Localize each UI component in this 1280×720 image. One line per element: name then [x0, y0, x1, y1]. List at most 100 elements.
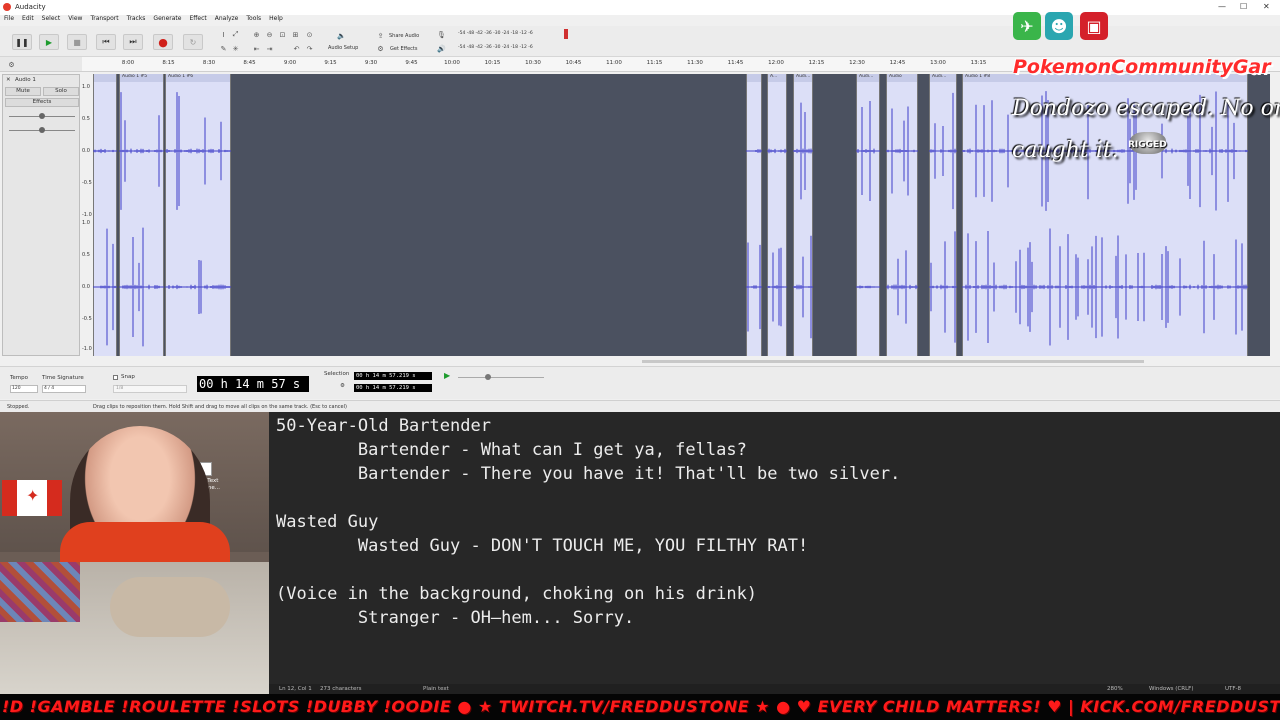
menu-help[interactable]: Help: [269, 15, 283, 26]
share-audio-icon[interactable]: ⇪: [375, 30, 386, 41]
editor-line: (Voice in the background, choking on his…: [276, 584, 758, 604]
snap-checkbox[interactable]: [113, 375, 118, 380]
encoding[interactable]: UTF-8: [1225, 686, 1241, 692]
ruler-tick-label: 9:15: [324, 60, 337, 66]
tempo-input[interactable]: 120: [10, 385, 38, 393]
scale-tick: 0.0: [82, 148, 90, 154]
scale-tick: 0.5: [82, 252, 90, 258]
snap-dropdown[interactable]: 1/8: [113, 385, 187, 393]
fit-project-icon[interactable]: ⊞: [290, 29, 301, 40]
track-close-icon[interactable]: ✕: [6, 77, 11, 83]
zoom-level[interactable]: 280%: [1107, 686, 1123, 692]
editor-status-bar: Ln 12, Col 1 273 characters Plain text 2…: [269, 684, 1280, 694]
snap-label: Snap: [121, 374, 135, 380]
skip-start-button[interactable]: ⏮: [96, 34, 116, 50]
mute-button[interactable]: Mute: [5, 87, 41, 96]
zoom-out-icon[interactable]: ⊖: [264, 29, 275, 40]
audio-setup-label[interactable]: Audio Setup: [328, 45, 358, 51]
ruler-tick-label: 12:30: [849, 60, 865, 66]
record-meter-scale[interactable]: -54 -48 -42 -36 -30 -24 -18 -12 -6: [458, 31, 533, 36]
menu-view[interactable]: View: [68, 15, 82, 26]
horizontal-scrollbar[interactable]: [642, 360, 1144, 363]
get-effects-button[interactable]: Get Effects: [390, 46, 418, 52]
zoom-toggle-icon[interactable]: ⊙: [304, 29, 315, 40]
ruler-tick-label: 13:00: [930, 60, 946, 66]
audacity-window: Audacity — ☐ ✕ File Edit Select View Tra…: [0, 0, 1280, 412]
menu-tools[interactable]: Tools: [246, 15, 261, 26]
menu-transport[interactable]: Transport: [90, 15, 118, 26]
window-title: Audacity: [15, 3, 46, 11]
robot-app-icon: ☻: [1045, 12, 1073, 40]
share-audio-button[interactable]: Share Audio: [389, 33, 419, 39]
effects-button[interactable]: Effects: [5, 98, 79, 107]
scale-tick: 0.5: [82, 116, 90, 122]
ruler-tick-label: 12:00: [768, 60, 784, 66]
canada-flag-icon: ✦: [2, 480, 62, 516]
editor-line: Bartender - What can I get ya, fellas?: [276, 440, 747, 460]
play-meter-scale[interactable]: -54 -48 -42 -36 -30 -24 -18 -12 -6: [458, 45, 533, 50]
record-button[interactable]: ●: [153, 34, 173, 50]
amplitude-scale: 1.0 0.5 0.0 -0.5 -1.0 1.0 0.5 0.0 -0.5 -…: [80, 74, 94, 356]
ruler-tick-label: 8:45: [243, 60, 256, 66]
file-type[interactable]: Plain text: [423, 686, 449, 692]
pause-button[interactable]: ❚❚: [12, 34, 32, 50]
trim-icon[interactable]: ⇤: [251, 43, 262, 54]
stop-button[interactable]: ■: [67, 34, 87, 50]
pan-slider-thumb[interactable]: [39, 127, 45, 133]
ruler-tick-label: 11:30: [687, 60, 703, 66]
get-effects-icon[interactable]: ⚙: [375, 43, 386, 54]
ruler-header: ⚙: [0, 57, 82, 72]
menu-select[interactable]: Select: [42, 15, 61, 26]
time-signature-input[interactable]: 4 / 4: [42, 385, 86, 393]
selection-settings-icon[interactable]: ⚙: [340, 383, 345, 389]
track-name[interactable]: Audio 1: [15, 77, 36, 83]
rigged-emote-label: RIGGED: [1128, 140, 1167, 150]
track-control-panel: ✕ Audio 1 Mute Solo Effects: [2, 74, 80, 356]
zoom-in-icon[interactable]: ⊕: [251, 29, 262, 40]
channel-banner: PokemonCommunityGar: [1013, 56, 1271, 78]
play-button[interactable]: ▶: [39, 34, 59, 50]
envelope-tool-icon[interactable]: ⤢: [230, 29, 241, 40]
draw-tool-icon[interactable]: ✎: [218, 43, 229, 54]
menu-generate[interactable]: Generate: [153, 15, 181, 26]
time-display[interactable]: 00 h 14 m 57 s: [197, 376, 309, 392]
ruler-tick-label: 10:15: [484, 60, 501, 66]
ruler-tick-label: 8:00: [121, 60, 135, 66]
play-speed-slider[interactable]: [458, 377, 544, 378]
solo-button[interactable]: Solo: [43, 87, 79, 96]
timeline-settings-icon[interactable]: ⚙: [6, 59, 17, 70]
ruler-tick-label: 10:30: [525, 60, 541, 66]
chat-message-line: caught it.: [1012, 138, 1119, 163]
selection-start-field[interactable]: 00 h 14 m 57.219 s: [354, 372, 432, 380]
editor-line: Wasted Guy - DON'T TOUCH ME, YOU FILTHY …: [276, 536, 809, 556]
redo-icon[interactable]: ↷: [304, 43, 315, 54]
ruler-tick-label: 11:45: [727, 60, 744, 66]
multi-tool-icon[interactable]: ✳: [230, 43, 241, 54]
chat-message-line: Dondozo escaped. No on: [1012, 96, 1280, 121]
editor-line: Wasted Guy: [276, 512, 379, 532]
menu-file[interactable]: File: [4, 15, 14, 26]
undo-icon[interactable]: ↶: [291, 43, 302, 54]
silence-icon[interactable]: ⇥: [264, 43, 275, 54]
selection-tool-icon[interactable]: I: [218, 29, 229, 40]
loop-button[interactable]: ↻: [183, 34, 203, 50]
time-display-value: 00 h 14 m 57 s: [199, 377, 301, 391]
selection-end-field[interactable]: 00 h 14 m 57.219 s: [354, 384, 432, 392]
play-at-speed-button[interactable]: ▶: [444, 371, 450, 380]
menu-effect[interactable]: Effect: [189, 15, 206, 26]
editor-line: 50-Year-Old Bartender: [276, 416, 491, 436]
fit-selection-icon[interactable]: ⊡: [277, 29, 288, 40]
menu-analyze[interactable]: Analyze: [215, 15, 239, 26]
line-ending[interactable]: Windows (CRLF): [1149, 686, 1193, 692]
gain-slider-thumb[interactable]: [39, 113, 45, 119]
minimize-button[interactable]: —: [1218, 2, 1226, 11]
skip-end-button[interactable]: ⏭: [123, 34, 143, 50]
menu-tracks[interactable]: Tracks: [127, 15, 146, 26]
status-state: Stopped.: [7, 404, 30, 410]
audio-setup-icon[interactable]: 🔈: [336, 30, 347, 41]
maximize-button[interactable]: ☐: [1240, 2, 1247, 11]
tempo-label: Tempo: [10, 375, 29, 381]
play-speed-thumb[interactable]: [485, 374, 491, 380]
close-button[interactable]: ✕: [1263, 2, 1270, 11]
menu-edit[interactable]: Edit: [22, 15, 34, 26]
